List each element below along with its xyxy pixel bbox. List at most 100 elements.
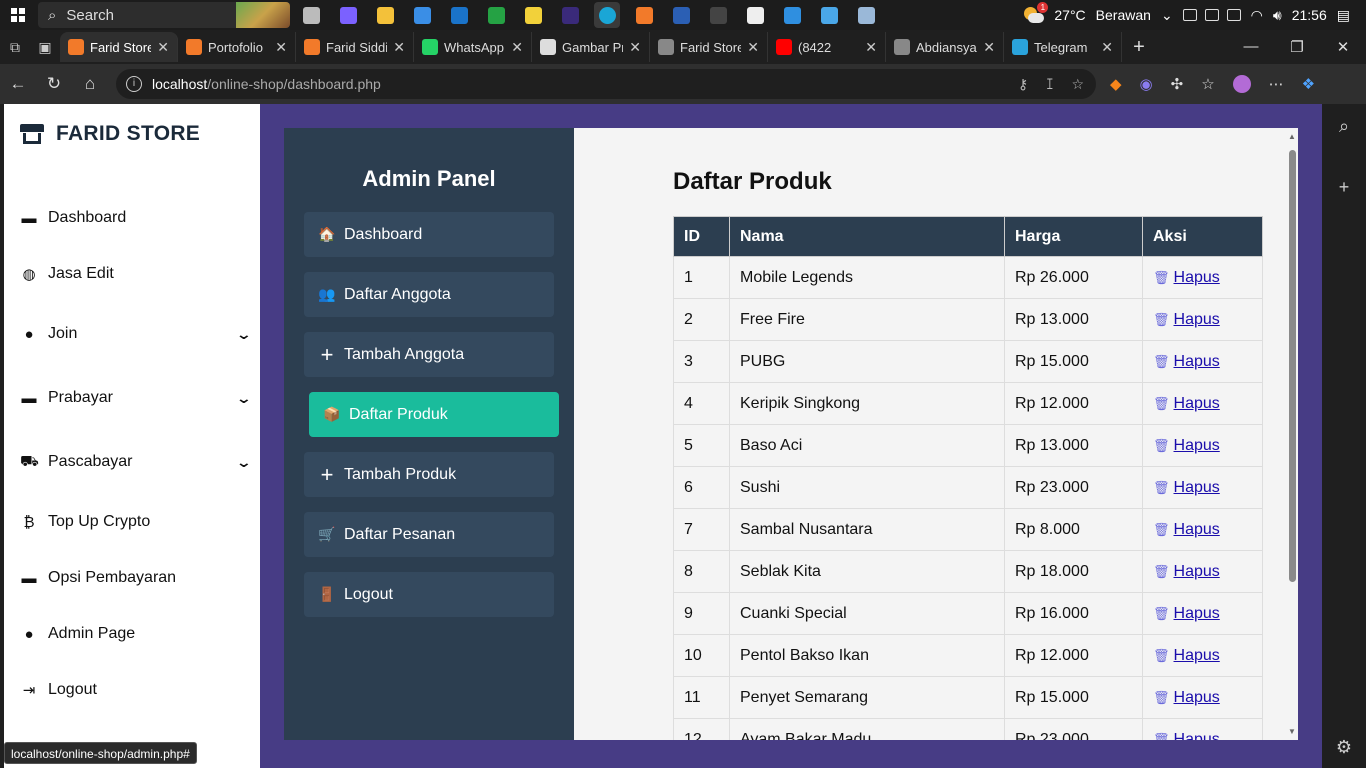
tab-close-icon[interactable]: ✕ — [511, 39, 523, 56]
key-icon[interactable]: ⚷ — [1018, 76, 1028, 93]
brand[interactable]: FARID STORE — [20, 122, 200, 146]
notion-app-icon[interactable] — [742, 2, 768, 28]
delete-link[interactable]: Hapus — [1174, 395, 1220, 412]
delete-link[interactable]: Hapus — [1174, 521, 1220, 538]
scroll-up-icon[interactable]: ▲ — [1288, 132, 1296, 141]
word-app-icon[interactable] — [668, 2, 694, 28]
search-icon[interactable]: ⌕ — [1339, 116, 1349, 137]
extensions-icon[interactable]: ✣ — [1171, 75, 1184, 93]
chevron-down-icon[interactable]: ⌄ — [236, 326, 252, 343]
windows-start-button[interactable] — [0, 0, 36, 30]
delete-link[interactable]: Hapus — [1174, 647, 1220, 664]
delete-link[interactable]: Hapus — [1174, 311, 1220, 328]
admin-nav-dashboard[interactable]: 🏠 Dashboard — [304, 212, 554, 257]
browser-tab[interactable]: Farid Store ✕ — [60, 32, 178, 62]
delete-link[interactable]: Hapus — [1174, 731, 1220, 741]
minimize-icon[interactable]: — — [1228, 38, 1274, 56]
battery-icon[interactable] — [1226, 9, 1241, 21]
vscode-app-icon[interactable] — [779, 2, 805, 28]
sidebar-item-logout[interactable]: ⇥ Logout — [20, 662, 250, 718]
sidebar-item-join[interactable]: ● Join ⌄ — [20, 302, 252, 366]
outlook-app-icon[interactable] — [446, 2, 472, 28]
browser-tab[interactable]: Farid Siddi ✕ — [296, 32, 414, 62]
after-effects-app-icon[interactable] — [557, 2, 583, 28]
back-icon[interactable]: ← — [0, 68, 36, 100]
page-scrollbar[interactable]: ▲ ▼ — [1286, 128, 1298, 740]
admin-nav-logout[interactable]: 🚪 Logout — [304, 572, 554, 617]
tray-icon[interactable] — [1182, 9, 1197, 21]
chevron-down-icon[interactable]: ⌄ — [236, 454, 252, 471]
linux-app-icon[interactable] — [520, 2, 546, 28]
favorite-star-icon[interactable]: ☆ — [1071, 76, 1084, 93]
task-view-app-icon[interactable] — [298, 2, 324, 28]
delete-link[interactable]: Hapus — [1174, 689, 1220, 706]
game-extension-icon[interactable]: ◉ — [1140, 75, 1153, 93]
paint-app-icon[interactable] — [816, 2, 842, 28]
tab-close-icon[interactable]: ✕ — [865, 39, 877, 56]
sidebar-item-dashboard[interactable]: ▬ Dashboard — [20, 190, 250, 246]
tab-close-icon[interactable]: ✕ — [275, 39, 287, 56]
sidebar-item-jasa-edit[interactable]: ◍ Jasa Edit — [20, 246, 250, 302]
browser-tab[interactable]: Abdiansyal ✕ — [886, 32, 1004, 62]
delete-link[interactable]: Hapus — [1174, 479, 1220, 496]
tab-actions-icon[interactable]: ▣ — [30, 32, 60, 62]
metamask-icon[interactable]: ◆ — [1110, 75, 1122, 93]
tab-close-icon[interactable]: ✕ — [393, 39, 405, 56]
refresh-icon[interactable]: ↻ — [36, 68, 72, 100]
admin-nav-tambah-produk[interactable]: + Tambah Produk — [304, 452, 554, 497]
delete-link[interactable]: Hapus — [1174, 269, 1220, 286]
url-field[interactable]: i localhost/online-shop/dashboard.php ⚷ … — [116, 69, 1096, 99]
sidebar-item-opsi-pembayaran[interactable]: ▬ Opsi Pembayaran — [20, 550, 250, 606]
more-menu-icon[interactable]: ⋯ — [1269, 75, 1284, 93]
settings-gear-icon[interactable]: ⚙ — [1336, 737, 1352, 758]
sidebar-item-top-up-crypto[interactable]: ₿ Top Up Crypto — [20, 494, 250, 550]
notification-icon[interactable]: ▤ — [1337, 7, 1350, 24]
browser-tab[interactable]: Gambar Pr ✕ — [532, 32, 650, 62]
chevron-down-icon[interactable]: ⌄ — [236, 390, 252, 407]
copilot-icon[interactable]: ❖ — [1302, 75, 1315, 93]
wifi-icon[interactable]: ◠ — [1251, 7, 1263, 24]
site-info-icon[interactable]: i — [126, 76, 142, 92]
store-app-icon[interactable] — [409, 2, 435, 28]
new-tab-button[interactable]: + — [1122, 36, 1156, 59]
xampp-app-icon[interactable] — [631, 2, 657, 28]
read-aloud-icon[interactable]: ꕯ — [1046, 76, 1053, 93]
clock[interactable]: 21:56 — [1292, 7, 1327, 23]
excel-like-app-icon[interactable] — [483, 2, 509, 28]
tab-close-icon[interactable]: ✕ — [629, 39, 641, 56]
tray-icon[interactable] — [1204, 9, 1219, 21]
browser-tab[interactable]: (8422 ✕ — [768, 32, 886, 62]
tab-close-icon[interactable]: ✕ — [747, 39, 759, 56]
delete-link[interactable]: Hapus — [1174, 437, 1220, 454]
sidebar-item-pascabayar[interactable]: ⛟ Pascabayar ⌄ — [20, 430, 252, 494]
scrollbar-thumb[interactable] — [1289, 150, 1296, 582]
delete-link[interactable]: Hapus — [1174, 353, 1220, 370]
scroll-down-icon[interactable]: ▼ — [1288, 727, 1296, 736]
chevron-up-icon[interactable]: ⌄ — [1161, 7, 1173, 24]
browser-tab[interactable]: Farid Store ✕ — [650, 32, 768, 62]
workspaces-icon[interactable]: ⧉ — [0, 32, 30, 62]
add-icon[interactable]: + — [1339, 177, 1350, 198]
sidebar-item-prabayar[interactable]: ▬ Prabayar ⌄ — [20, 366, 253, 430]
admin-nav-daftar-anggota[interactable]: 👥 Daftar Anggota — [304, 272, 554, 317]
tab-close-icon[interactable]: ✕ — [1101, 39, 1113, 56]
admin-nav-daftar-pesanan[interactable]: 🛒 Daftar Pesanan — [304, 512, 554, 557]
weather-temp[interactable]: 27°C — [1054, 7, 1085, 23]
tab-close-icon[interactable]: ✕ — [983, 39, 995, 56]
browser-tab[interactable]: Portofolio ✕ — [178, 32, 296, 62]
file-explorer-app-icon[interactable] — [372, 2, 398, 28]
admin-nav-tambah-anggota[interactable]: + Tambah Anggota — [304, 332, 554, 377]
volume-icon[interactable]: 🔊︎ — [1273, 7, 1282, 24]
home-icon[interactable]: ⌂ — [72, 68, 108, 100]
browser-tab[interactable]: WhatsApp ✕ — [414, 32, 532, 62]
weather-desc[interactable]: Berawan — [1096, 7, 1151, 23]
weather-icon[interactable]: 1 — [1022, 2, 1049, 24]
terminal-app-icon[interactable] — [705, 2, 731, 28]
edge-app-icon[interactable] — [594, 2, 620, 28]
delete-link[interactable]: Hapus — [1174, 605, 1220, 622]
delete-link[interactable]: Hapus — [1174, 563, 1220, 580]
close-icon[interactable]: ✕ — [1320, 38, 1366, 56]
favorites-icon[interactable]: ☆ — [1201, 75, 1214, 93]
tab-close-icon[interactable]: ✕ — [157, 39, 169, 56]
copilot-app-icon[interactable] — [335, 2, 361, 28]
